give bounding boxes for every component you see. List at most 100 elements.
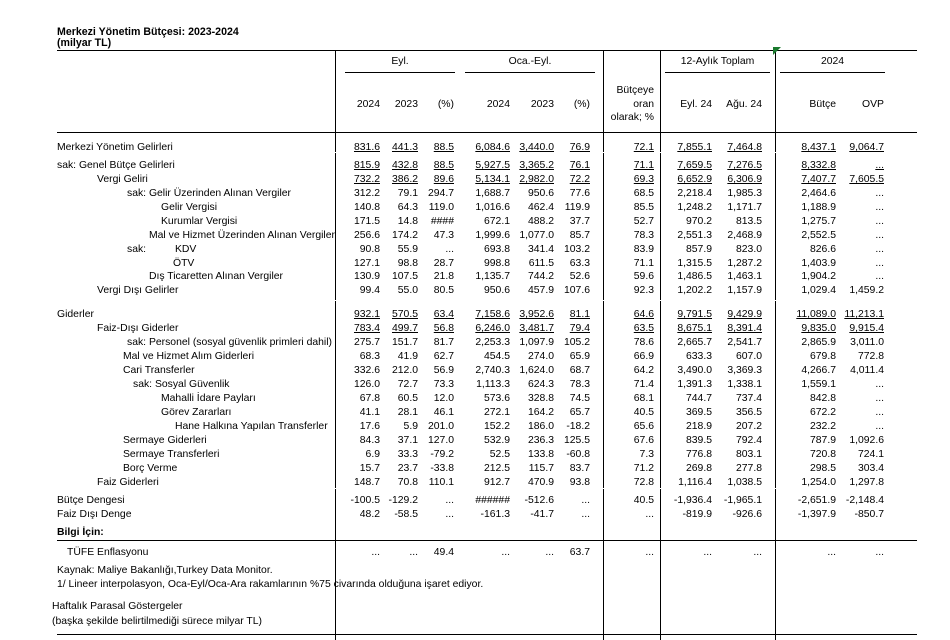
table-cell: 783.4 [353, 323, 380, 334]
section-spacer [57, 152, 917, 153]
table-cell: 140.8 [353, 202, 380, 213]
table-cell: 1,315.5 [677, 258, 712, 269]
col-header: Bütçe [809, 99, 836, 110]
table-cell: 4,011.4 [850, 365, 884, 376]
table-cell: 842.8 [809, 393, 836, 404]
table-cell: 341.4 [527, 244, 554, 255]
table-cell: 105.2 [563, 337, 590, 348]
table-cell: 839.5 [685, 435, 712, 446]
row-label: sak: [127, 244, 147, 255]
table-cell: 744.7 [685, 393, 712, 404]
table-cell: 932.1 [353, 309, 380, 320]
table-cell: 83.7 [569, 463, 590, 474]
row-label: ÖTV [173, 258, 195, 269]
table-cell: 1,113.3 [476, 379, 510, 390]
table-cell: 55.0 [397, 285, 418, 296]
info-label: Bilgi İçin: [57, 527, 104, 538]
table-cell: 9,835.0 [801, 323, 836, 334]
table-cell: 356.5 [735, 407, 762, 418]
table-cell: 857.9 [685, 244, 712, 255]
table-cell: 77.6 [569, 188, 590, 199]
col-header: (%) [573, 99, 590, 110]
table-cell: 2,552.5 [801, 230, 836, 241]
table-cell: 9,429.9 [727, 309, 762, 320]
table-cell: 151.7 [391, 337, 418, 348]
header-bottom-rule [57, 132, 917, 133]
table-cell: 2,468.9 [727, 230, 762, 241]
table-cell: 1,287.2 [727, 258, 762, 269]
table-cell: 1,904.2 [801, 271, 836, 282]
col-header: (%) [437, 99, 454, 110]
table-cell: 164.2 [527, 407, 554, 418]
table-cell: ... [581, 495, 590, 506]
table-cell: 570.5 [391, 309, 418, 320]
table-cell: ... [875, 216, 884, 227]
table-cell: ... [875, 407, 884, 418]
table-cell: -1,936.4 [673, 495, 712, 506]
table-cell: 2,740.3 [475, 365, 510, 376]
table-cell: -1,397.9 [797, 509, 836, 520]
table-cell: 2,865.9 [801, 337, 836, 348]
table-bottom-rule [57, 634, 917, 635]
table-cell: 103.2 [563, 244, 590, 255]
info-rule [57, 540, 917, 541]
table-cell: 69.3 [633, 174, 654, 185]
table-cell: 28.7 [433, 258, 454, 269]
table-cell: 92.3 [633, 285, 654, 296]
table-cell: 1,999.6 [475, 230, 510, 241]
table-cell: 454.5 [483, 351, 510, 362]
table-cell: 1,077.0 [519, 230, 554, 241]
table-cell: 64.2 [633, 365, 654, 376]
table-cell: ... [875, 188, 884, 199]
row-label: Bütçe Dengesi [57, 495, 125, 506]
table-cell: 81.7 [433, 337, 454, 348]
table-cell: 63.4 [433, 309, 454, 320]
table-cell: 236.3 [527, 435, 554, 446]
table-cell: 201.0 [427, 421, 454, 432]
table-cell: 11,089.0 [796, 309, 836, 320]
table-cell: 37.7 [569, 216, 590, 227]
row-label: Faiz Dışı Denge [57, 509, 132, 520]
row-label: Mal ve Hizmet Üzerinden Alınan Vergiler [149, 230, 335, 241]
table-cell: 67.6 [633, 435, 654, 446]
table-cell: 107.6 [563, 285, 590, 296]
table-cell: 672.1 [483, 216, 510, 227]
table-cell: 65.6 [633, 421, 654, 432]
table-cell: 1,097.9 [519, 337, 554, 348]
table-cell: 6,246.0 [475, 323, 510, 334]
table-cell: 71.2 [633, 463, 654, 474]
table-cell: 64.3 [397, 202, 418, 213]
group-header-oca-eyl: Oca.-Eyl. [508, 56, 552, 67]
table-cell: 78.3 [569, 379, 590, 390]
table-cell: 8,675.1 [677, 323, 712, 334]
row-label: Dış Ticaretten Alınan Vergiler [149, 271, 283, 282]
table-cell: -58.5 [394, 509, 418, 520]
table-cell: 275.7 [353, 337, 380, 348]
table-cell: -1,965.1 [723, 495, 762, 506]
table-cell: 499.7 [391, 323, 418, 334]
table-cell: 679.8 [809, 351, 836, 362]
table-cell: 174.2 [391, 230, 418, 241]
table-cell: 744.2 [527, 271, 554, 282]
col-header: 2024 [356, 99, 380, 110]
table-cell: 171.5 [353, 216, 380, 227]
group-header-eyl: Eyl. [391, 56, 409, 67]
table-cell: -926.6 [732, 509, 762, 520]
weekly-subtitle: (başka şekilde belirtilmediği sürece mil… [52, 616, 263, 627]
table-cell: ... [445, 244, 454, 255]
table-cell: ... [875, 379, 884, 390]
table-cell: 72.7 [397, 379, 418, 390]
table-cell: 11,213.1 [844, 309, 884, 320]
table-cell: 65.7 [569, 407, 590, 418]
table-cell: 98.8 [397, 258, 418, 269]
table-cell: 12.0 [433, 393, 454, 404]
col-header: 2023 [530, 99, 554, 110]
col-header-ratio: oran [633, 99, 654, 110]
page-subtitle: (milyar TL) [57, 37, 112, 49]
table-cell: 119.9 [564, 202, 590, 213]
table-cell: -18.2 [566, 421, 590, 432]
table-cell: 823.0 [735, 244, 762, 255]
table-cell: 1,171.7 [727, 202, 762, 213]
table-cell: 79.4 [569, 323, 590, 334]
table-cell: 6.9 [365, 449, 380, 460]
